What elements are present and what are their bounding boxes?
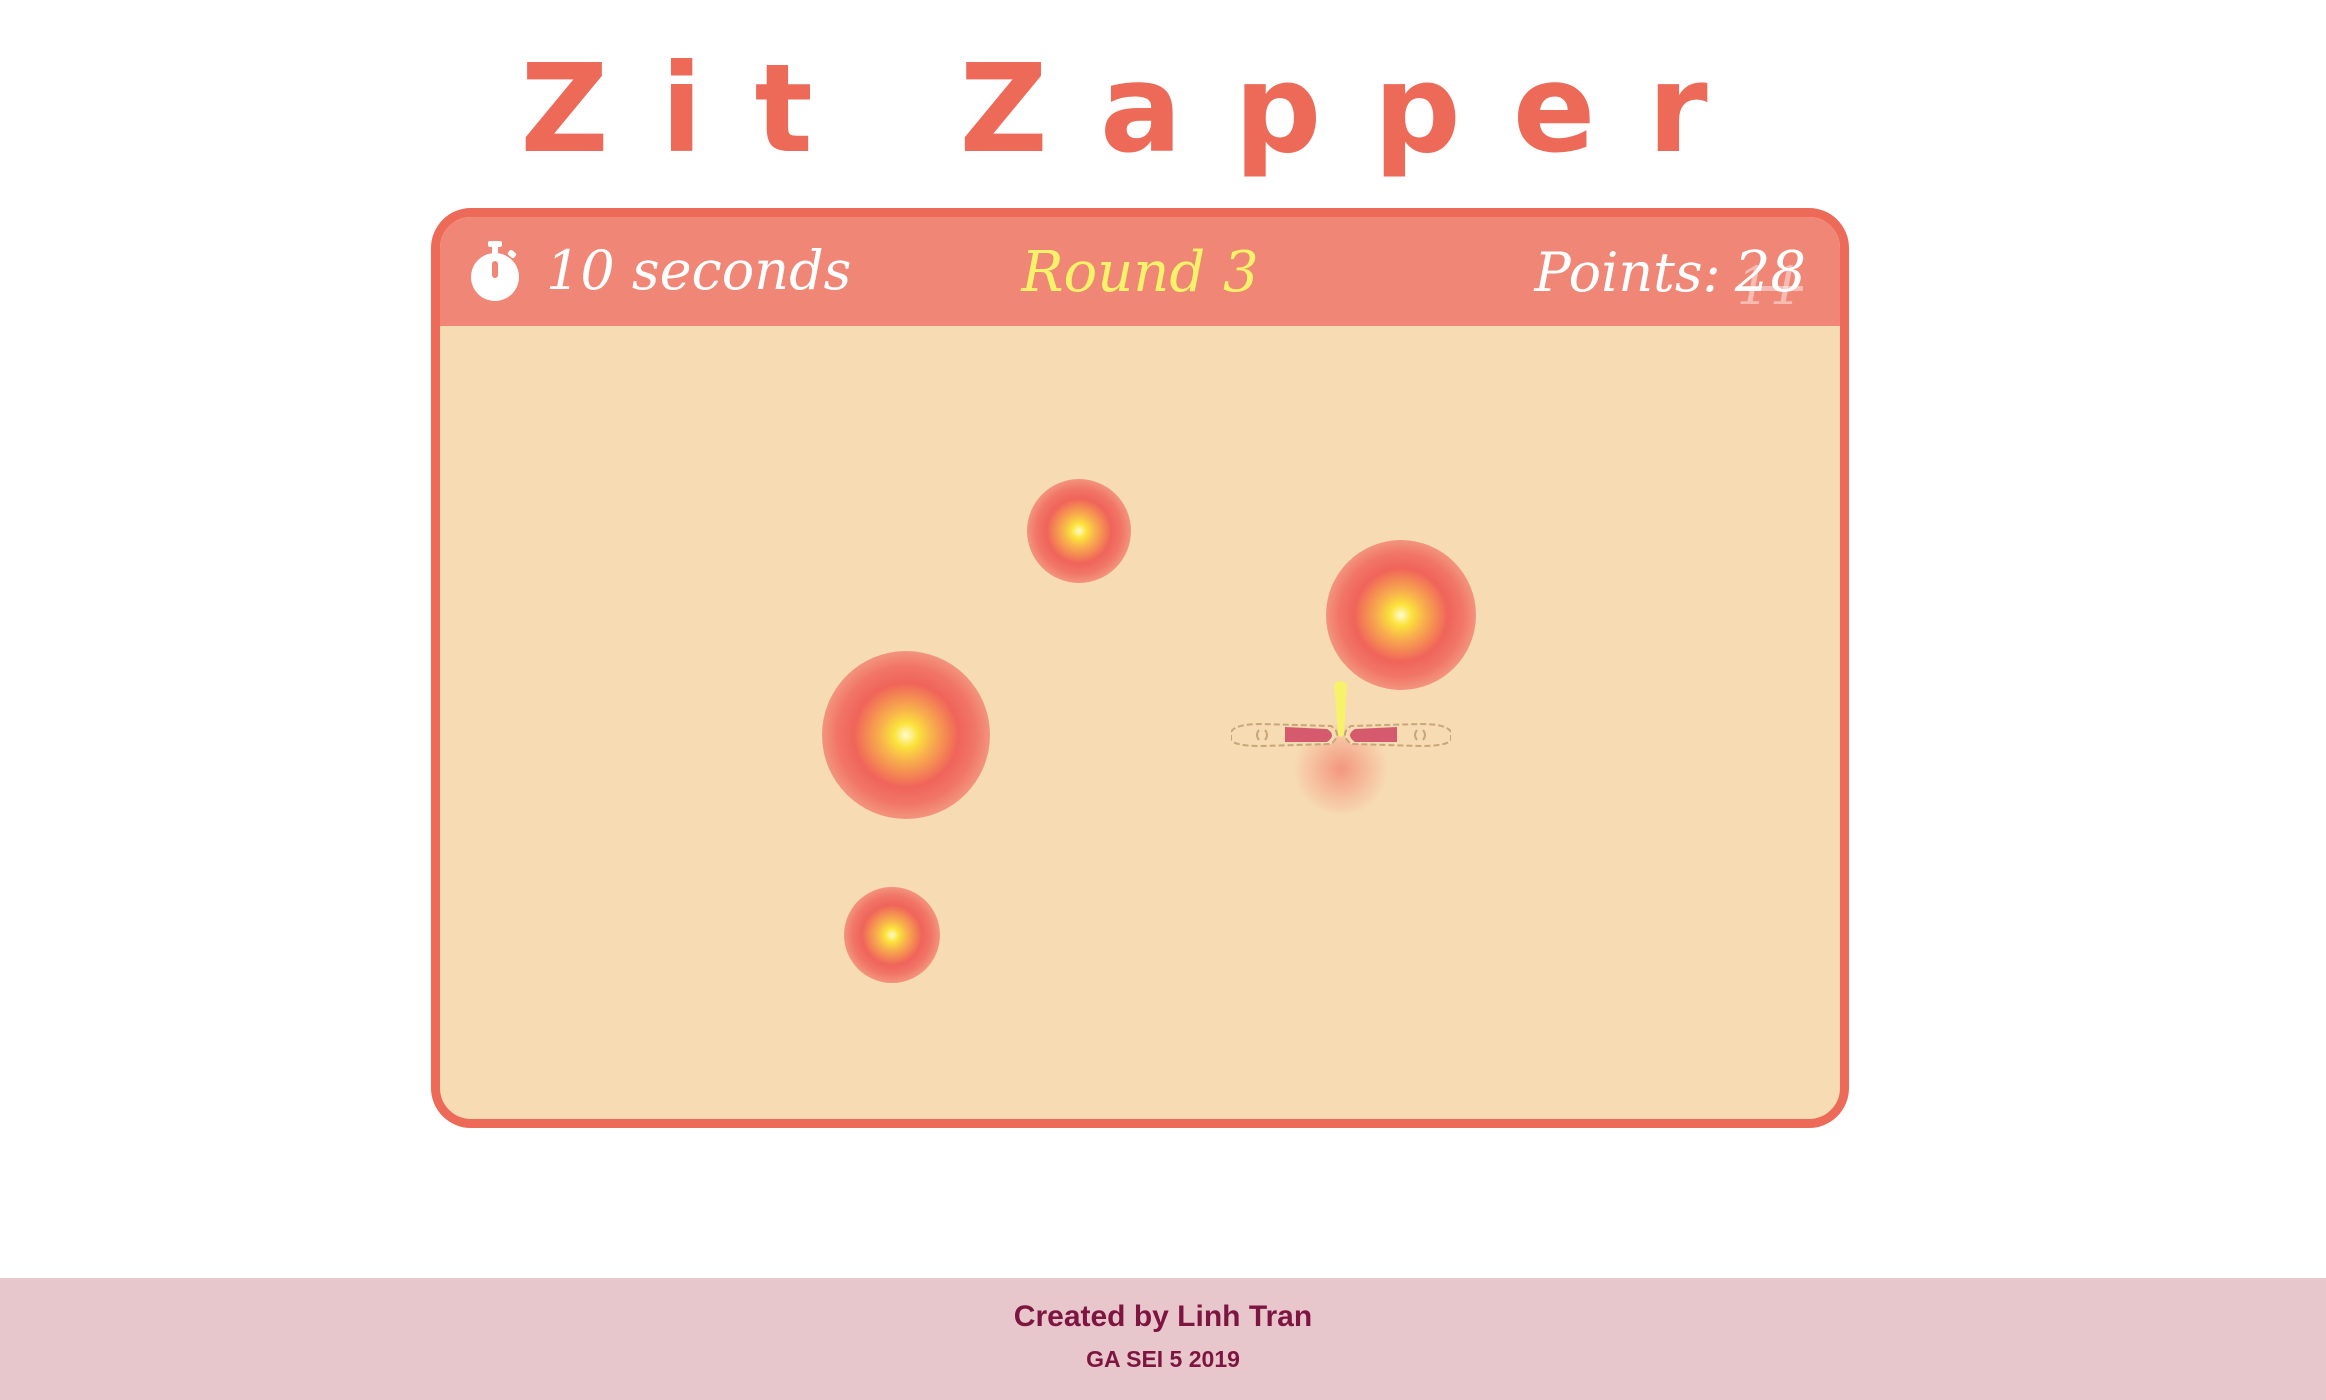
zit-zapper-page: Zit Zapper 10 seconds Round 3 Points: 11… [0, 0, 2326, 1400]
hud-bar: 10 seconds Round 3 Points: 11 28 [440, 217, 1840, 326]
points-value: 28 [1734, 240, 1806, 305]
squeezing-fingers-icon [1231, 681, 1451, 748]
game-board[interactable]: 10 seconds Round 3 Points: 11 28 [431, 208, 1849, 1128]
footer-credit: Created by Linh Tran [1013, 1300, 1313, 1333]
points-value-wrap: 11 28 [1735, 245, 1806, 314]
zit-small-top[interactable] [1027, 479, 1131, 583]
footer: Created by Linh Tran GA SEI 5 2019 [0, 1278, 2326, 1400]
game-title: Zit Zapper [520, 38, 1760, 180]
zit-small-bottom[interactable] [844, 887, 940, 983]
footer-subtitle: GA SEI 5 2019 [1086, 1346, 1240, 1372]
points-display: Points: 11 28 [1534, 241, 1806, 314]
zit-large-left[interactable] [822, 651, 990, 819]
zit-large-right[interactable] [1326, 540, 1476, 690]
points-label: Points: [1534, 241, 1721, 304]
popped-zit-with-fingers [1231, 674, 1451, 814]
